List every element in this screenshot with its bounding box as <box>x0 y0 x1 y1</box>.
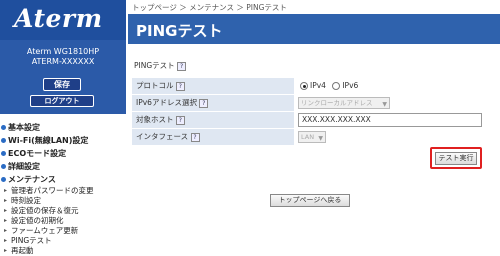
ipv6-address-row: IPv6アドレス選択 ? リンクローカルアドレス ▼ <box>132 95 488 111</box>
protocol-options: IPv4 IPv6 <box>296 78 488 94</box>
interface-label: インタフェース ? <box>132 129 294 145</box>
sidebar-subitem-label: 設定値の保存＆復元 <box>11 206 79 215</box>
help-icon[interactable]: ? <box>175 115 185 125</box>
help-icon[interactable]: ? <box>177 61 187 71</box>
back-to-top-button[interactable]: トップページへ戻る <box>270 194 350 207</box>
page-title: PINGテスト <box>136 22 223 40</box>
ipv6-address-value: リンクローカルアドレス ▼ <box>296 95 488 111</box>
sidebar-subitem-reboot[interactable]: ▸ 再起動 <box>0 246 126 256</box>
section-title-text: PINGテスト <box>134 61 175 70</box>
logout-button[interactable]: ログアウト <box>30 95 94 107</box>
chevron-down-icon: ▼ <box>318 135 323 142</box>
sidebar-subitem-time-settings[interactable]: ▸ 時刻設定 <box>0 196 126 206</box>
bullet-icon <box>1 164 6 169</box>
brand-logo: Aterm <box>0 0 126 40</box>
target-host-row: 対象ホスト ? XXX.XXX.XXX.XXX <box>132 112 488 128</box>
sidebar-menu: 基本設定 Wi-Fi(無線LAN)設定 ECOモード設定 詳細設定 メンテナンス… <box>0 121 126 256</box>
device-ssid: ATERM-XXXXXX <box>31 57 95 66</box>
sidebar-subitem-label: 時刻設定 <box>11 196 41 205</box>
main-content: トップページ ＞ メンテナンス ＞ PINGテスト PINGテスト PINGテス… <box>128 0 500 251</box>
arrow-right-icon: ▸ <box>4 217 8 224</box>
radio-icon[interactable] <box>332 82 341 90</box>
sidebar-subitem-label: 設定値の初期化 <box>11 216 64 225</box>
test-run-highlight: テスト実行 <box>430 147 482 169</box>
protocol-row: プロトコル ? IPv4 IPv6 <box>132 78 488 94</box>
test-run-button[interactable]: テスト実行 <box>435 152 477 165</box>
ipv6-address-selected: リンクローカルアドレス <box>301 99 373 107</box>
sidebar-subitem-factory-reset[interactable]: ▸ 設定値の初期化 <box>0 216 126 226</box>
target-host-value: XXX.XXX.XXX.XXX <box>296 112 488 128</box>
sidebar-subitem-label: PINGテスト <box>11 236 52 245</box>
ipv6-address-label-text: IPv6アドレス選択 <box>136 98 197 107</box>
section-title: PINGテスト ? <box>134 60 187 71</box>
bullet-icon <box>1 177 6 182</box>
arrow-right-icon: ▸ <box>4 207 8 214</box>
sidebar-item-maintenance[interactable]: メンテナンス <box>0 173 126 186</box>
sidebar-item-eco-mode[interactable]: ECOモード設定 <box>0 147 126 160</box>
ipv6-address-label: IPv6アドレス選択 ? <box>132 95 294 111</box>
sidebar-item-advanced-settings[interactable]: 詳細設定 <box>0 160 126 173</box>
sidebar-item-label: Wi-Fi(無線LAN)設定 <box>8 136 89 145</box>
sidebar-subitem-admin-password[interactable]: ▸ 管理者パスワードの変更 <box>0 186 126 196</box>
help-icon[interactable]: ? <box>190 132 200 142</box>
help-icon[interactable]: ? <box>199 98 209 108</box>
save-button[interactable]: 保存 <box>43 78 81 91</box>
sidebar-item-label: メンテナンス <box>8 175 56 184</box>
ipv4-label: IPv4 <box>310 81 326 90</box>
sidebar-subitem-backup-restore[interactable]: ▸ 設定値の保存＆復元 <box>0 206 126 216</box>
interface-value: LAN ▼ <box>296 129 488 145</box>
ipv6-address-select: リンクローカルアドレス ▼ <box>298 97 390 109</box>
sidebar: Aterm Aterm WG1810HP ATERM-XXXXXX 保存 ログア… <box>0 0 126 255</box>
target-host-label-text: 対象ホスト <box>136 115 174 124</box>
sidebar-item-label: ECOモード設定 <box>8 149 67 158</box>
interface-label-text: インタフェース <box>136 132 189 141</box>
ipv6-option[interactable]: IPv6 <box>332 81 358 90</box>
bullet-icon <box>1 125 6 130</box>
interface-selected: LAN <box>301 133 315 141</box>
sidebar-item-label: 基本設定 <box>8 123 40 132</box>
title-bar: PINGテスト <box>128 14 500 44</box>
arrow-right-icon: ▸ <box>4 187 8 194</box>
bullet-icon <box>1 138 6 143</box>
sidebar-item-basic-settings[interactable]: 基本設定 <box>0 121 126 134</box>
protocol-label-text: プロトコル <box>136 81 174 90</box>
help-icon[interactable]: ? <box>175 81 185 91</box>
ipv6-label: IPv6 <box>342 81 359 90</box>
target-host-label: 対象ホスト ? <box>132 112 294 128</box>
sidebar-item-label: 詳細設定 <box>8 162 40 171</box>
protocol-label: プロトコル ? <box>132 78 294 94</box>
logo-text: Aterm <box>14 4 103 33</box>
sidebar-subitem-label: ファームウェア更新 <box>11 226 79 235</box>
arrow-right-icon: ▸ <box>4 227 8 234</box>
sidebar-subitem-label: 管理者パスワードの変更 <box>11 186 94 195</box>
interface-row: インタフェース ? LAN ▼ <box>132 129 488 145</box>
interface-select: LAN ▼ <box>298 131 326 143</box>
arrow-right-icon: ▸ <box>4 247 8 254</box>
breadcrumb: トップページ ＞ メンテナンス ＞ PINGテスト <box>132 3 287 12</box>
arrow-right-icon: ▸ <box>4 237 8 244</box>
sidebar-subitem-firmware-update[interactable]: ▸ ファームウェア更新 <box>0 226 126 236</box>
chevron-down-icon: ▼ <box>382 101 387 108</box>
device-model: Aterm WG1810HP <box>26 47 100 56</box>
target-host-input[interactable]: XXX.XXX.XXX.XXX <box>298 113 482 127</box>
radio-selected-icon[interactable] <box>300 82 308 90</box>
bullet-icon <box>1 151 6 156</box>
sidebar-subitem-ping-test[interactable]: ▸ PINGテスト <box>0 236 126 246</box>
sidebar-item-wifi-settings[interactable]: Wi-Fi(無線LAN)設定 <box>0 134 126 147</box>
arrow-right-icon: ▸ <box>4 197 8 204</box>
ipv4-option[interactable]: IPv4 <box>300 81 326 90</box>
